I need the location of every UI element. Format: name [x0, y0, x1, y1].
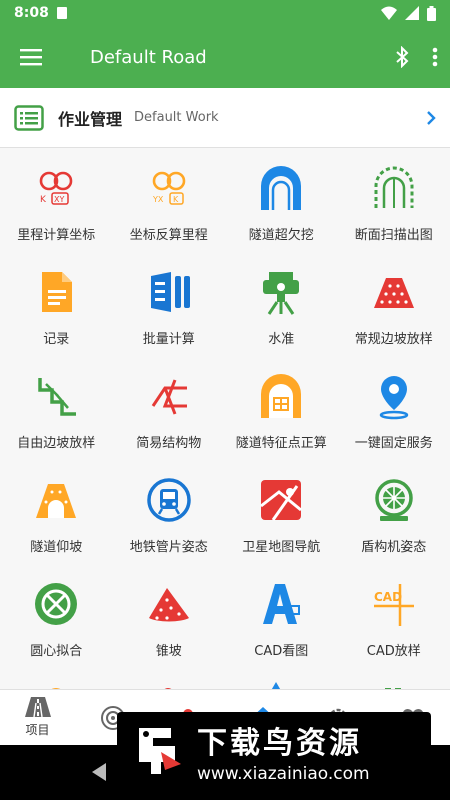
free-slope-icon [38, 378, 77, 416]
nav-item-project[interactable]: 项目 [0, 690, 75, 745]
grid-item-cad-view[interactable]: CAD看图 [225, 572, 338, 676]
watermark-title: 下载鸟资源 [197, 726, 362, 761]
grid-item-batch-calc[interactable]: 批量计算 [113, 260, 226, 364]
back-icon[interactable] [92, 763, 106, 781]
grid-item-label: 批量计算 [142, 332, 195, 347]
sd-card-icon [56, 7, 67, 19]
location-pin-icon [379, 376, 408, 420]
watermark-banner: 下载鸟资源 www.xiazainiao.com [117, 712, 431, 790]
grid-item-label: 一键固定服务 [354, 436, 433, 451]
work-name: Default Work [134, 110, 219, 125]
grid-item-label: 隧道特征点正算 [235, 436, 327, 451]
nav-label: 项目 [25, 723, 50, 737]
simple-structure-icon [151, 379, 187, 415]
grid-item-label: CAD看图 [254, 644, 309, 659]
grid-item-coordinate-to-mileage[interactable]: YX K 坐标反算里程 [113, 156, 226, 260]
tunnel-overbreak-icon [261, 166, 302, 210]
grid-item-label: 断面扫描出图 [354, 228, 433, 243]
cad-view-icon [263, 584, 301, 624]
grid-item-label: CAD放样 [366, 644, 421, 659]
work-management-row[interactable]: 作业管理 Default Work [0, 88, 450, 148]
section-scan-icon [374, 166, 414, 208]
grid-item-metro-segment[interactable]: 地铁管片姿态 [113, 468, 226, 572]
battery-icon [427, 5, 436, 21]
grid-item-label: 简易结构物 [136, 436, 202, 451]
grid-item-tunnel-slope[interactable]: 隧道仰坡 [0, 468, 113, 572]
grid-item-label: 圆心拟合 [30, 644, 83, 659]
mileage-to-coordinate-icon: K XY [39, 171, 73, 205]
signal-icon [405, 6, 419, 20]
grid-item-cone-slope[interactable]: 锥坡 [113, 572, 226, 676]
tunnel-slope-icon [36, 484, 77, 518]
satellite-map-icon [260, 480, 303, 521]
more-vert-icon[interactable] [432, 47, 438, 67]
grid-item-circle-fit[interactable]: 圆心拟合 [0, 572, 113, 676]
metro-segment-icon [147, 478, 191, 522]
grid-item-label: 隧道仰坡 [30, 540, 83, 555]
grid-item-label: 记录 [43, 332, 70, 347]
batch-calc-icon [150, 272, 190, 312]
grid-item-one-key-fix[interactable]: 一键固定服务 [338, 364, 450, 468]
grid-item-tunnel-overbreak[interactable]: 隧道超欠挖 [225, 156, 338, 260]
shield-machine-icon [375, 479, 413, 521]
status-icons [381, 5, 436, 21]
svg-text:YX: YX [152, 195, 164, 204]
grid-item-leveling[interactable]: 水准 [225, 260, 338, 364]
status-time: 8:08 [14, 5, 49, 21]
cone-slope-icon [148, 588, 189, 622]
grid-item-section-scan[interactable]: 断面扫描出图 [338, 156, 450, 260]
work-label: 作业管理 [58, 109, 123, 129]
bird-logo-icon [139, 728, 181, 774]
svg-text:CAD: CAD [374, 590, 402, 604]
app-bar: Default Road [0, 26, 450, 88]
tunnel-feature-point-icon [261, 374, 302, 418]
grid-item-label: 自由边坡放样 [17, 436, 96, 451]
grid-item-label: 常规边坡放样 [354, 332, 433, 347]
grid-item-label: 水准 [268, 332, 295, 347]
road-icon [24, 697, 51, 717]
grid-item-label: 里程计算坐标 [17, 228, 96, 243]
function-grid: K XY 里程计算坐标 YX K 坐标反算里程 隧道超欠挖 断面扫描出图 记录 … [0, 156, 450, 676]
svg-text:XY: XY [54, 195, 64, 204]
svg-text:K: K [40, 195, 47, 205]
grid-item-label: 盾构机姿态 [361, 540, 427, 555]
grid-item-label: 地铁管片姿态 [129, 540, 208, 555]
grid-item-mileage-to-coordinate[interactable]: K XY 里程计算坐标 [0, 156, 113, 260]
bluetooth-icon[interactable] [394, 46, 410, 68]
watermark-url: www.xiazainiao.com [197, 764, 370, 784]
chevron-right-icon [427, 110, 436, 125]
wifi-icon [381, 6, 397, 20]
menu-icon[interactable] [20, 48, 42, 66]
record-icon [42, 272, 73, 312]
grid-item-slope-stakeout[interactable]: 常规边坡放样 [338, 260, 450, 364]
grid-item-simple-structure[interactable]: 简易结构物 [113, 364, 226, 468]
list-icon [14, 104, 44, 131]
svg-text:K: K [173, 195, 179, 204]
status-bar: 8:08 [0, 0, 450, 26]
grid-item-label: 锥坡 [155, 644, 182, 659]
coordinate-to-mileage-icon: YX K [152, 171, 186, 205]
grid-item-free-slope[interactable]: 自由边坡放样 [0, 364, 113, 468]
grid-item-label: 坐标反算里程 [129, 228, 208, 243]
grid-item-label: 卫星地图导航 [242, 540, 321, 555]
app-title: Default Road [90, 46, 207, 68]
grid-item-shield-machine[interactable]: 盾构机姿态 [338, 468, 450, 572]
grid-item-label: 隧道超欠挖 [248, 228, 314, 243]
grid-item-tunnel-feature-point[interactable]: 隧道特征点正算 [225, 364, 338, 468]
grid-item-record[interactable]: 记录 [0, 260, 113, 364]
cad-stakeout-icon: CAD [373, 584, 414, 626]
grid-item-satellite-map[interactable]: 卫星地图导航 [225, 468, 338, 572]
slope-stakeout-icon [373, 278, 414, 308]
leveling-icon [263, 272, 300, 315]
circle-fit-icon [35, 583, 78, 625]
grid-item-cad-stakeout[interactable]: CAD CAD放样 [338, 572, 450, 676]
